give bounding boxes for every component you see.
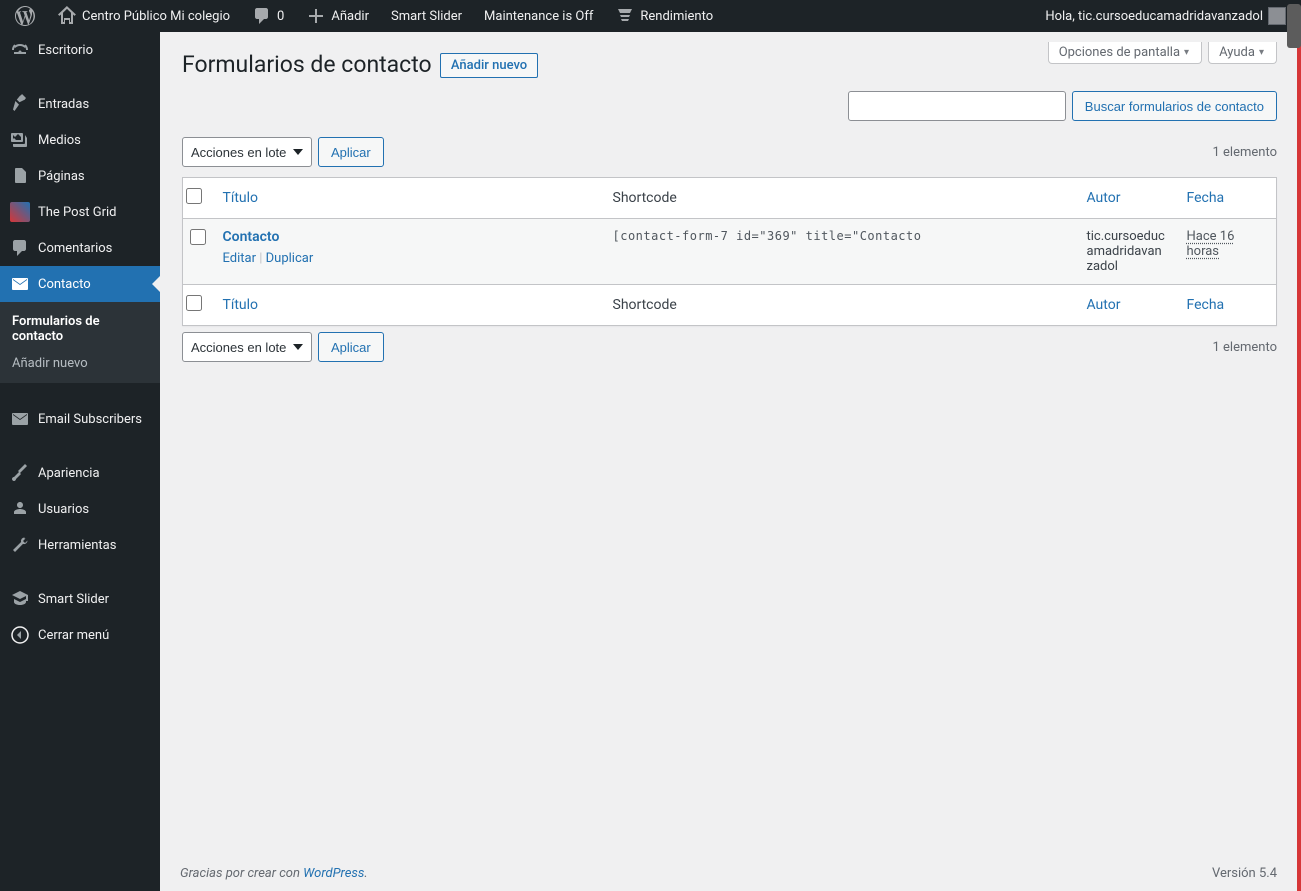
plus-icon <box>306 6 326 26</box>
item-count-top: 1 elemento <box>1213 145 1278 160</box>
pin-icon <box>10 94 30 114</box>
submenu-contact: Formularios de contacto Añadir nuevo <box>0 302 160 383</box>
help-toggle[interactable]: Ayuda <box>1208 42 1277 64</box>
user-icon <box>10 499 30 519</box>
tablenav-top: Acciones en lote Aplicar 1 elemento <box>182 131 1277 173</box>
row-actions: Editar | Duplicar <box>223 251 593 266</box>
home-icon <box>57 6 77 26</box>
column-title-header[interactable]: Título <box>223 190 259 206</box>
menu-collapse[interactable]: Cerrar menú <box>0 617 160 653</box>
forms-table: Título Shortcode Autor Fecha Contacto Ed… <box>182 177 1277 326</box>
dashboard-icon <box>10 40 30 60</box>
menu-posts[interactable]: Entradas <box>0 86 160 122</box>
cap-icon <box>10 589 30 609</box>
user-account-link[interactable]: Hola, tic.cursoeducamadridavanzadol <box>1038 0 1293 32</box>
page-icon <box>10 166 30 186</box>
wordpress-icon <box>15 6 35 26</box>
grid-icon <box>10 202 30 222</box>
admin-footer: Gracias por crear con WordPress. Versión… <box>160 856 1297 891</box>
menu-dashboard[interactable]: Escritorio <box>0 32 160 68</box>
comments-link[interactable]: 0 <box>245 0 291 32</box>
bulk-apply-bottom[interactable]: Aplicar <box>318 332 384 362</box>
mail-icon <box>10 409 30 429</box>
search-box: Buscar formularios de contacto <box>848 91 1277 121</box>
search-button[interactable]: Buscar formularios de contacto <box>1072 91 1277 121</box>
menu-comments[interactable]: Comentarios <box>0 230 160 266</box>
smart-slider-link[interactable]: Smart Slider <box>384 0 469 32</box>
row-title-link[interactable]: Contacto <box>223 229 280 245</box>
menu-pages[interactable]: Páginas <box>0 158 160 194</box>
row-date: Hace 16 horas <box>1187 229 1235 259</box>
collapse-icon <box>10 625 30 645</box>
edit-link[interactable]: Editar <box>223 251 257 266</box>
select-all-top[interactable] <box>186 188 202 204</box>
brush-icon <box>10 463 30 483</box>
column-shortcode-footer: Shortcode <box>603 285 1077 326</box>
menu-users[interactable]: Usuarios <box>0 491 160 527</box>
comment-icon <box>252 6 272 26</box>
maintenance-link[interactable]: Maintenance is Off <box>477 0 600 32</box>
submenu-add-new[interactable]: Añadir nuevo <box>0 350 160 377</box>
column-author-footer[interactable]: Autor <box>1087 297 1121 313</box>
page-title: Formularios de contacto <box>182 51 432 78</box>
column-shortcode-header: Shortcode <box>603 178 1077 219</box>
footer-version: Versión 5.4 <box>1212 866 1277 881</box>
site-name-link[interactable]: Centro Público Mi colegio <box>50 0 237 32</box>
admin-toolbar: Centro Público Mi colegio 0 Añadir Smart… <box>0 0 1301 32</box>
footer-wordpress-link[interactable]: WordPress <box>303 866 364 881</box>
column-date-footer[interactable]: Fecha <box>1187 297 1225 313</box>
menu-smart-slider[interactable]: Smart Slider <box>0 581 160 617</box>
bulk-action-select-bottom[interactable]: Acciones en lote <box>182 332 312 362</box>
menu-media[interactable]: Medios <box>0 122 160 158</box>
bulk-apply-top[interactable]: Aplicar <box>318 137 384 167</box>
avatar <box>1268 7 1286 25</box>
admin-menu: Escritorio Entradas Medios Páginas The P… <box>0 32 160 891</box>
submenu-forms[interactable]: Formularios de contacto <box>0 308 160 350</box>
performance-icon <box>615 6 635 26</box>
menu-appearance[interactable]: Apariencia <box>0 455 160 491</box>
row-checkbox[interactable] <box>190 229 206 245</box>
menu-tools[interactable]: Herramientas <box>0 527 160 563</box>
shortcode-field[interactable] <box>613 229 923 243</box>
performance-link[interactable]: Rendimiento <box>608 0 720 32</box>
table-row: Contacto Editar | Duplicar tic.cursoeduc… <box>183 219 1277 285</box>
mail-icon <box>10 274 30 294</box>
footer-thanks: Gracias por crear con <box>180 866 303 881</box>
item-count-bottom: 1 elemento <box>1213 340 1278 355</box>
column-title-footer[interactable]: Título <box>223 297 259 313</box>
column-author-header[interactable]: Autor <box>1087 190 1121 206</box>
column-date-header[interactable]: Fecha <box>1187 190 1225 206</box>
menu-post-grid[interactable]: The Post Grid <box>0 194 160 230</box>
duplicate-link[interactable]: Duplicar <box>266 251 314 266</box>
tablenav-bottom: Acciones en lote Aplicar 1 elemento <box>182 326 1277 368</box>
media-icon <box>10 130 30 150</box>
add-new-label: Añadir <box>331 9 369 24</box>
screen-options-toggle[interactable]: Opciones de pantalla <box>1048 42 1202 64</box>
wp-logo-menu[interactable] <box>8 0 42 32</box>
site-name: Centro Público Mi colegio <box>82 9 230 24</box>
external-scroll-indicator <box>1287 4 1301 48</box>
content-area: Opciones de pantalla Ayuda Formularios d… <box>160 32 1301 891</box>
row-author: tic.cursoeducamadridavanzadol <box>1077 219 1177 285</box>
bulk-action-select-top[interactable]: Acciones en lote <box>182 137 312 167</box>
comment-icon <box>10 238 30 258</box>
select-all-bottom[interactable] <box>186 295 202 311</box>
search-input[interactable] <box>848 91 1066 121</box>
menu-contact[interactable]: Contacto <box>0 266 160 302</box>
menu-email-subscribers[interactable]: Email Subscribers <box>0 401 160 437</box>
add-new-link[interactable]: Añadir <box>299 0 376 32</box>
add-new-button[interactable]: Añadir nuevo <box>440 53 538 78</box>
comments-count: 0 <box>277 9 284 24</box>
howdy-text: Hola, tic.cursoeducamadridavanzadol <box>1045 9 1263 24</box>
wrench-icon <box>10 535 30 555</box>
